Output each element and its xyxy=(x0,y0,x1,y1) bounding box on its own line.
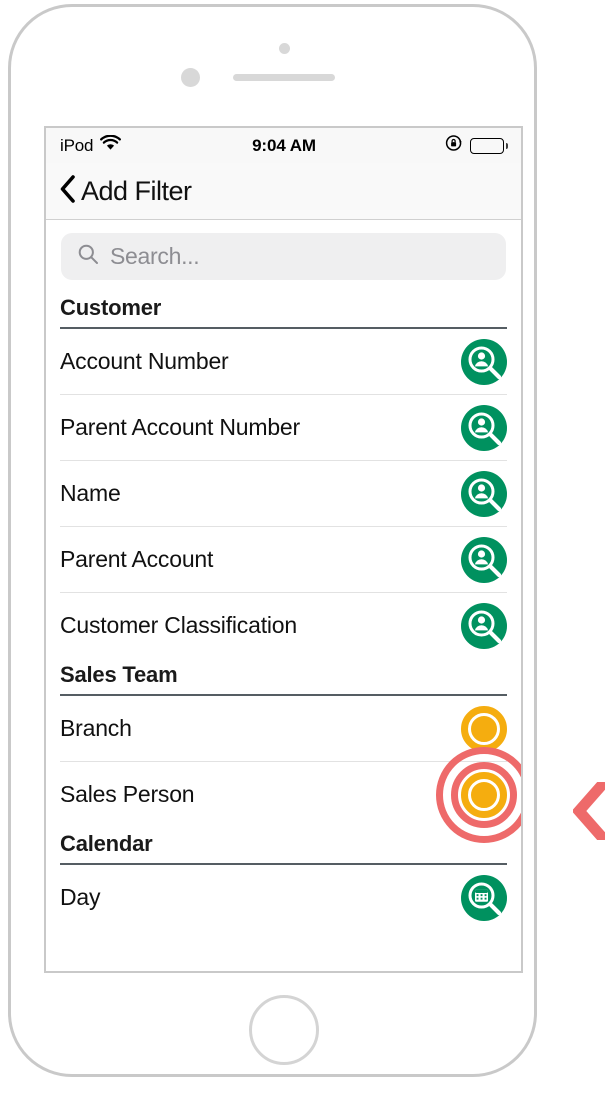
list-item[interactable]: Parent Account xyxy=(60,527,507,593)
section-header: Calendar xyxy=(60,827,507,865)
page-title: Add Filter xyxy=(81,175,192,206)
list-item[interactable]: Sales Person xyxy=(60,746,521,843)
list-item[interactable]: Parent Account Number xyxy=(60,395,507,461)
status-bar: iPod 9:04 AM xyxy=(46,128,521,163)
phone-screen: iPod 9:04 AM Add Filter Search... Custom… xyxy=(44,126,523,973)
battery-full-icon xyxy=(470,137,509,154)
search-icon xyxy=(77,243,99,270)
wifi-icon xyxy=(100,134,122,156)
filter-list: Customer Account Number Parent Account Num… xyxy=(46,291,521,930)
carrier-label: iPod xyxy=(60,135,94,155)
list-item[interactable]: Customer Classification xyxy=(60,593,507,658)
list-item-label: Branch xyxy=(60,715,132,741)
search-container: Search... xyxy=(46,220,521,291)
earpiece-speaker xyxy=(233,74,335,81)
calendar-search-icon[interactable] xyxy=(461,874,507,921)
person-search-icon[interactable] xyxy=(461,470,507,517)
list-item-label: Sales Person xyxy=(60,781,195,807)
chevron-left-icon xyxy=(59,174,76,209)
list-item-label: Customer Classification xyxy=(60,612,297,638)
list-item-label: Account Number xyxy=(60,348,229,374)
edge-chevron-icon xyxy=(571,778,609,844)
section-header: Sales Team xyxy=(60,658,507,696)
section-header: Customer xyxy=(60,291,507,329)
list-item[interactable]: Account Number xyxy=(60,329,507,395)
list-item-label: Parent Account Number xyxy=(60,414,300,440)
proximity-sensor-icon xyxy=(181,68,200,87)
list-item-label: Day xyxy=(60,884,101,910)
search-input[interactable]: Search... xyxy=(61,233,506,280)
search-placeholder: Search... xyxy=(110,243,200,269)
list-item[interactable]: Day xyxy=(60,865,507,930)
navigation-bar: Add Filter xyxy=(46,163,521,220)
phone-device-frame: iPod 9:04 AM Add Filter Search... Custom… xyxy=(8,4,537,1077)
front-camera-icon xyxy=(279,43,290,54)
list-item-label: Name xyxy=(60,480,121,506)
back-button[interactable]: Add Filter xyxy=(59,174,192,209)
person-search-icon[interactable] xyxy=(461,602,507,649)
rotation-lock-icon xyxy=(445,134,463,157)
person-search-icon[interactable] xyxy=(461,536,507,583)
person-search-icon[interactable] xyxy=(461,404,507,451)
status-bar-left: iPod xyxy=(60,134,252,156)
clock-label: 9:04 AM xyxy=(252,135,316,155)
home-button[interactable] xyxy=(249,995,319,1065)
amber-circle-icon[interactable] xyxy=(461,705,507,752)
status-bar-right xyxy=(316,134,509,157)
list-item[interactable]: Branch xyxy=(60,696,507,762)
person-search-icon[interactable] xyxy=(461,338,507,385)
list-item-label: Parent Account xyxy=(60,546,214,572)
list-item[interactable]: Name xyxy=(60,461,507,527)
